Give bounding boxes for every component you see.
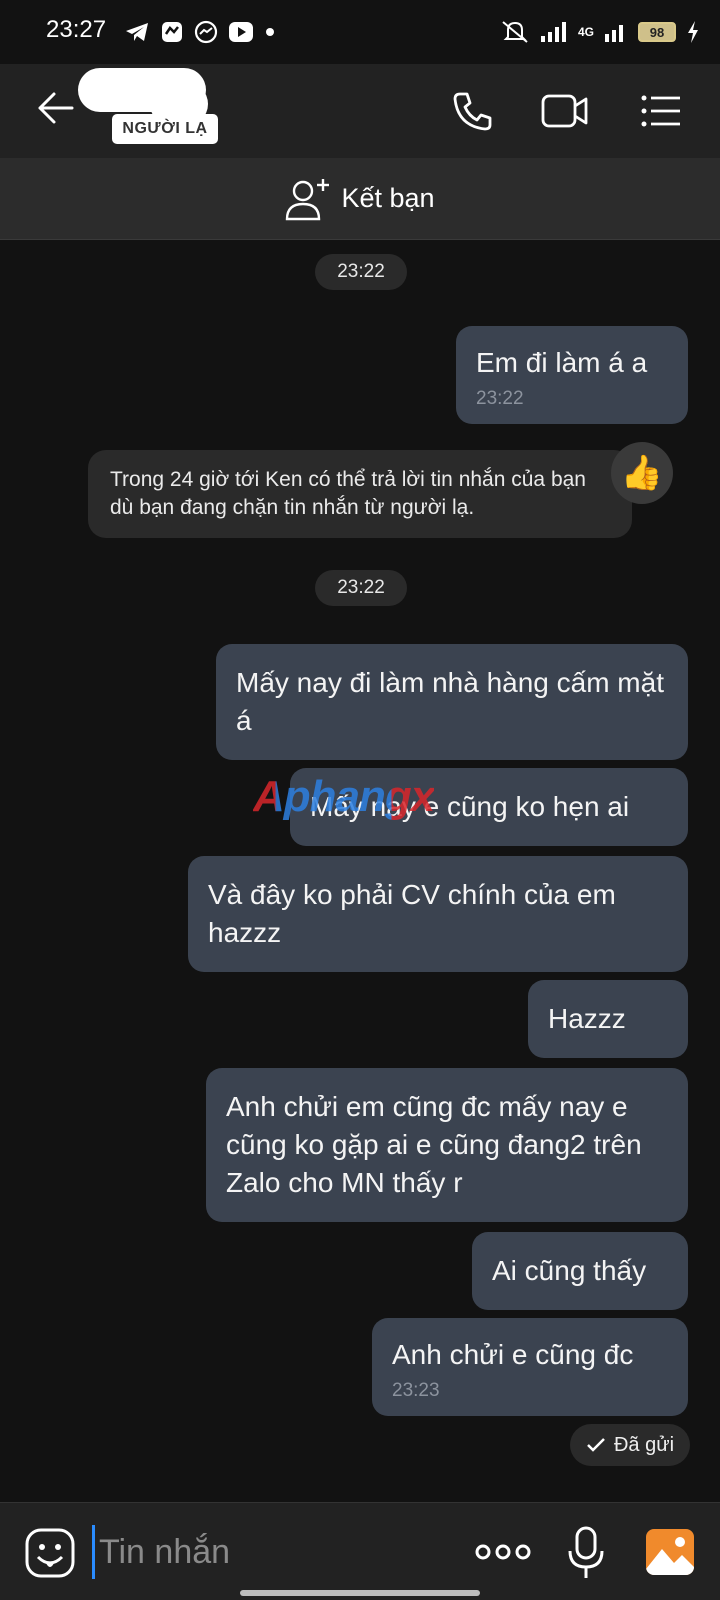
telegram-icon bbox=[126, 23, 148, 41]
back-arrow-icon[interactable] bbox=[34, 86, 78, 130]
battery-icon: 98 bbox=[638, 22, 676, 42]
time-separator: 23:22 bbox=[315, 570, 407, 606]
phone-icon[interactable] bbox=[448, 86, 498, 136]
chat-header: NGƯỜI LẠ bbox=[0, 64, 720, 158]
message-time: 23:23 bbox=[392, 1380, 440, 1401]
message-text: Và đây ko phải CV chính của em hazzz bbox=[208, 879, 616, 948]
status-left-icons bbox=[124, 18, 276, 46]
time-separator: 23:22 bbox=[315, 254, 407, 290]
message-bubble[interactable]: Mấy nay đi làm nhà hàng cấm mặt á bbox=[216, 644, 688, 760]
add-friend-icon bbox=[286, 178, 330, 220]
photo-glyph bbox=[646, 1537, 694, 1575]
signal-4g-icon bbox=[605, 25, 623, 42]
video-call-icon[interactable] bbox=[540, 86, 590, 136]
sent-status-label: Đã gửi bbox=[613, 1433, 675, 1456]
message-bubble[interactable]: Hazzz bbox=[528, 980, 688, 1058]
status-right-icons: 4G 98 bbox=[500, 18, 700, 46]
mute-icon bbox=[502, 21, 528, 43]
home-indicator[interactable] bbox=[240, 1590, 480, 1596]
signal-icon bbox=[540, 22, 566, 42]
message-time: 23:22 bbox=[476, 388, 524, 409]
status-bar: 23:27 4G 98 bbox=[0, 0, 720, 64]
menu-list-icon[interactable] bbox=[636, 86, 686, 136]
message-text: Em đi làm á a bbox=[476, 347, 648, 378]
add-friend-button[interactable]: Kết bạn bbox=[0, 158, 720, 240]
charging-icon bbox=[688, 21, 698, 43]
watermark-logo: Aphangx bbox=[253, 772, 435, 821]
message-bubble[interactable]: Và đây ko phải CV chính của em hazzz bbox=[188, 856, 688, 972]
message-bubble[interactable]: Ai cũng thấy bbox=[472, 1232, 688, 1310]
stranger-tag: NGƯỜI LẠ bbox=[112, 114, 218, 144]
status-time: 23:27 bbox=[46, 16, 107, 43]
youtube-icon bbox=[229, 22, 253, 42]
photo-icon[interactable] bbox=[646, 1529, 694, 1575]
message-text: Anh chửi e cũng đc bbox=[392, 1339, 634, 1370]
more-icon[interactable] bbox=[474, 1537, 532, 1567]
like-reaction-icon[interactable]: 👍 bbox=[611, 442, 673, 504]
dot-icon bbox=[266, 28, 274, 36]
microphone-icon[interactable] bbox=[566, 1525, 606, 1581]
app-icon bbox=[162, 22, 182, 42]
network-type: 4G bbox=[577, 25, 594, 39]
message-input-bar bbox=[0, 1502, 720, 1600]
message-text: Hazzz bbox=[548, 1003, 626, 1034]
message-text: Mấy nay đi làm nhà hàng cấm mặt á bbox=[236, 667, 664, 736]
add-friend-label: Kết bạn bbox=[341, 183, 435, 213]
checkmark-icon bbox=[587, 1438, 605, 1452]
message-input[interactable] bbox=[92, 1525, 452, 1579]
message-bubble[interactable]: Anh chửi e cũng đc 23:23 bbox=[372, 1318, 688, 1416]
sent-status-badge: Đã gửi bbox=[570, 1424, 690, 1466]
emoji-icon[interactable] bbox=[24, 1527, 76, 1579]
message-bubble[interactable]: Anh chửi em cũng đc mấy nay e cũng ko gặ… bbox=[206, 1068, 688, 1222]
message-bubble[interactable]: Em đi làm á a 23:22 bbox=[456, 326, 688, 424]
message-text: Ai cũng thấy bbox=[492, 1255, 647, 1286]
messenger-icon bbox=[194, 20, 218, 44]
message-text: Anh chửi em cũng đc mấy nay e cũng ko gặ… bbox=[226, 1091, 642, 1198]
system-notice: Trong 24 giờ tới Ken có thể trả lời tin … bbox=[88, 450, 632, 538]
